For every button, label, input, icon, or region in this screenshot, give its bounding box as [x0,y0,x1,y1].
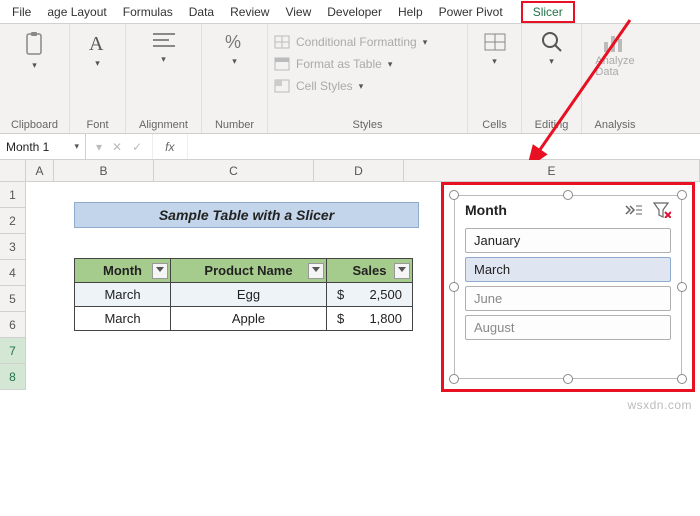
cell-styles-button[interactable]: Cell Styles ▾ [274,76,461,96]
tab-pagelayout[interactable]: age Layout [39,1,114,23]
ribbon-body: ▾ Clipboard A ▾ Font ▾ Alignment % ▾ Num… [0,24,700,134]
row-headers: 1 2 3 4 5 6 7 8 [0,182,26,390]
sample-table: Month Product Name Sales March Egg 2,500… [74,258,413,331]
styles-menu: Conditional Formatting ▾ Format as Table… [274,28,461,96]
group-styles: Styles [274,117,461,131]
analyze-data-button[interactable]: Analyze Data [588,28,642,80]
slicer[interactable]: Month January March June August [454,195,682,379]
row-7[interactable]: 7 [0,338,26,364]
group-cells: Cells [474,117,515,131]
grid-icon [274,35,290,49]
table-icon [274,57,290,71]
filter-icon[interactable] [152,263,168,279]
row-4[interactable]: 4 [0,260,26,286]
resize-handle[interactable] [677,190,687,200]
formula-bar-buttons: ▾ ✕ ✓ [86,134,153,159]
resize-handle[interactable] [449,374,459,384]
fx-label[interactable]: fx [153,134,187,159]
col-E[interactable]: E [404,160,700,181]
table-row[interactable]: March Apple 1,800 [75,307,413,331]
slicer-item-march[interactable]: March [465,257,671,282]
cellstyles-icon [274,79,290,93]
alignment-button[interactable]: ▾ [132,28,195,67]
align-icon [151,30,177,52]
percent-icon: % [224,30,246,54]
row-6[interactable]: 6 [0,312,26,338]
formula-bar: Month 1▾ ▾ ✕ ✓ fx [0,134,700,160]
format-as-table-button[interactable]: Format as Table ▾ [274,54,461,74]
filter-icon[interactable] [308,263,324,279]
col-B[interactable]: B [54,160,154,181]
clear-filter-icon[interactable] [653,202,671,218]
slicer-title: Month [465,202,507,218]
tab-powerpivot[interactable]: Power Pivot [431,1,511,23]
confirm-icon[interactable]: ✓ [132,140,142,154]
search-icon [540,30,564,54]
column-headers: A B C D E [0,160,700,182]
paste-icon [23,30,47,58]
resize-handle[interactable] [449,190,459,200]
editing-button[interactable]: ▾ [528,28,575,69]
filter-icon[interactable] [394,263,410,279]
multiselect-icon[interactable] [625,202,643,218]
conditional-formatting-button[interactable]: Conditional Formatting ▾ [274,32,461,52]
tab-slicer[interactable]: Slicer [521,1,575,23]
slicer-item-june[interactable]: June [465,286,671,311]
cancel-icon[interactable]: ✕ [112,140,122,154]
resize-handle[interactable] [563,190,573,200]
th-sales[interactable]: Sales [327,259,413,283]
col-A[interactable]: A [26,160,54,181]
clipboard-button[interactable]: ▾ [6,28,63,73]
slicer-callout: Month January March June August [441,182,695,392]
table-row[interactable]: March Egg 2,500 [75,283,413,307]
svg-text:%: % [225,32,241,52]
tab-file[interactable]: File [4,1,39,23]
group-number: Number [208,117,261,131]
tab-view[interactable]: View [277,1,319,23]
cells-button[interactable]: ▾ [474,28,515,69]
group-editing: Editing [528,117,575,131]
group-font: Font [76,117,119,131]
col-C[interactable]: C [154,160,314,181]
tab-help[interactable]: Help [390,1,431,23]
resize-handle[interactable] [677,282,687,292]
resize-handle[interactable] [563,374,573,384]
ribbon-tabs: File age Layout Formulas Data Review Vie… [0,0,700,24]
title-banner: Sample Table with a Slicer [74,202,419,228]
slicer-item-august[interactable]: August [465,315,671,340]
col-D[interactable]: D [314,160,404,181]
resize-handle[interactable] [677,374,687,384]
font-icon: A [87,30,109,56]
cells-icon [483,30,507,54]
tab-review[interactable]: Review [222,1,277,23]
th-product[interactable]: Product Name [171,259,327,283]
name-box[interactable]: Month 1▾ [0,134,86,159]
font-button[interactable]: A ▾ [76,28,119,71]
slicer-item-january[interactable]: January [465,228,671,253]
row-8[interactable]: 8 [0,364,26,390]
tab-formulas[interactable]: Formulas [115,1,181,23]
svg-text:A: A [89,33,104,55]
group-clipboard: Clipboard [6,117,63,131]
watermark: wsxdn.com [627,398,692,412]
analyze-icon [602,30,628,54]
group-analysis: Analysis [588,117,642,131]
th-month[interactable]: Month [75,259,171,283]
group-alignment: Alignment [132,117,195,131]
row-1[interactable]: 1 [0,182,26,208]
grid: A B C D E 1 2 3 4 5 6 7 8 Sample Table w… [0,160,700,442]
select-all-triangle[interactable] [0,160,26,181]
dropdown-icon[interactable]: ▾ [96,140,102,154]
row-3[interactable]: 3 [0,234,26,260]
resize-handle[interactable] [449,282,459,292]
row-5[interactable]: 5 [0,286,26,312]
tab-developer[interactable]: Developer [319,1,390,23]
row-2[interactable]: 2 [0,208,26,234]
tab-data[interactable]: Data [181,1,222,23]
number-button[interactable]: % ▾ [208,28,261,69]
